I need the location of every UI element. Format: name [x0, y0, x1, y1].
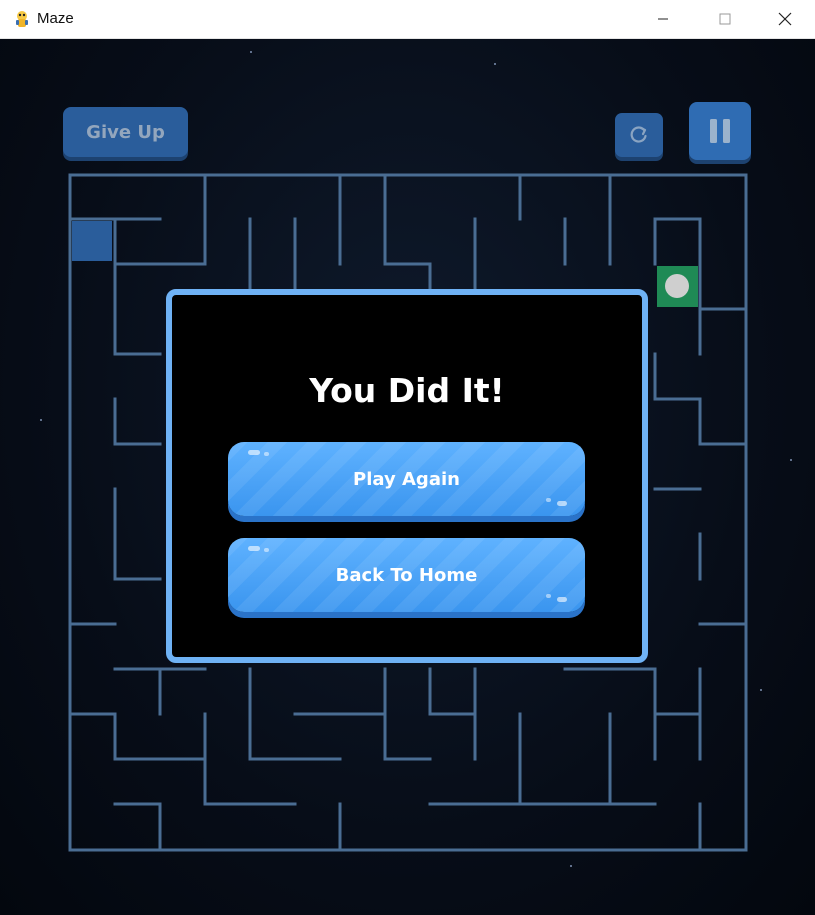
button-highlight [248, 546, 260, 551]
minimize-button[interactable] [640, 0, 686, 38]
game-area: Give Up You Did It! Play Again Back To H… [0, 39, 815, 915]
game-window: Maze Give Up You Did It! Play Again Back… [0, 0, 815, 915]
button-highlight [546, 498, 551, 502]
button-highlight [264, 548, 269, 552]
back-to-home-label: Back To Home [335, 564, 478, 586]
button-highlight [248, 450, 260, 455]
play-again-label: Play Again [353, 468, 460, 490]
player-marker [72, 221, 112, 261]
button-highlight [557, 501, 567, 506]
python-icon [16, 11, 28, 27]
title-bar: Maze [0, 0, 815, 39]
dialog-title: You Did It! [309, 371, 505, 410]
maximize-button[interactable] [702, 0, 748, 38]
close-button[interactable] [762, 0, 808, 38]
back-to-home-button[interactable]: Back To Home [228, 538, 585, 612]
button-highlight [546, 594, 551, 598]
minimize-icon [658, 18, 668, 20]
button-highlight [264, 452, 269, 456]
play-again-button[interactable]: Play Again [228, 442, 585, 516]
pause-icon [710, 119, 730, 143]
button-highlight [557, 597, 567, 602]
win-dialog: You Did It! Play Again Back To Home [166, 289, 648, 663]
pause-button[interactable] [689, 102, 751, 160]
goal-marker [665, 274, 689, 298]
close-icon [778, 12, 792, 26]
give-up-button[interactable]: Give Up [63, 107, 188, 157]
window-title: Maze [37, 10, 74, 27]
restart-button[interactable] [615, 113, 663, 157]
restart-icon [630, 126, 647, 143]
maximize-icon [719, 13, 731, 25]
